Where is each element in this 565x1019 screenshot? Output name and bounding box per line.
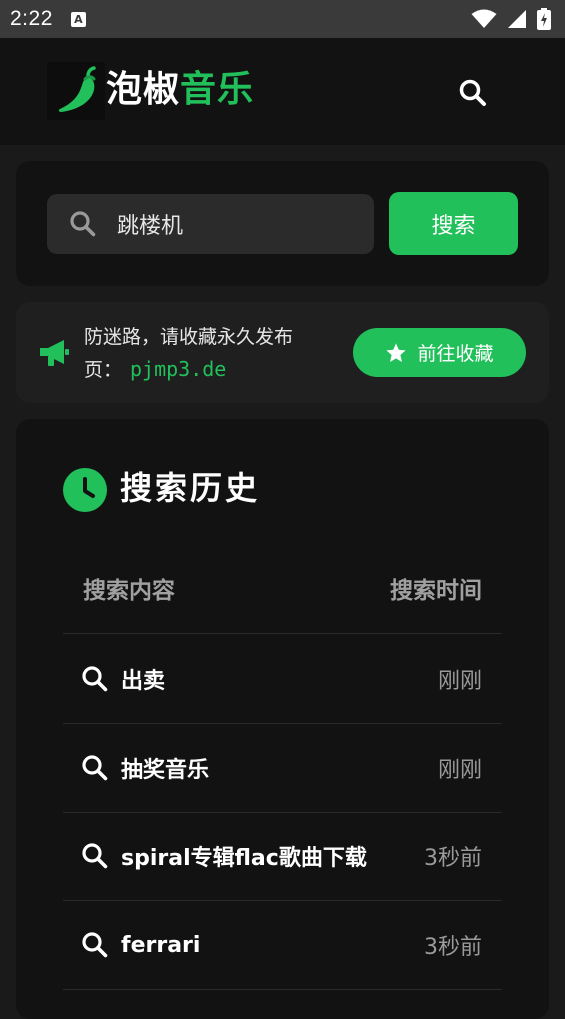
history-table-header: 搜索内容 搜索时间	[63, 559, 502, 634]
search-button[interactable]: 搜索	[389, 192, 518, 255]
search-icon	[69, 210, 97, 238]
history-card: 搜索历史 搜索内容 搜索时间 出卖 刚刚 抽奖音乐 刚刚 spiral专辑fla…	[16, 419, 549, 1019]
status-bar: 2:22 A	[0, 0, 565, 38]
search-input[interactable]: 跳楼机	[47, 194, 374, 254]
clock-icon	[63, 468, 107, 512]
history-title: 搜索历史	[120, 469, 261, 507]
app-title-part1: 泡椒	[106, 69, 181, 110]
history-time: 刚刚	[437, 758, 482, 783]
megaphone-icon	[40, 340, 69, 366]
column-header-time: 搜索时间	[390, 578, 482, 604]
battery-icon	[537, 8, 551, 30]
search-icon	[81, 842, 109, 870]
favorite-button[interactable]: 前往收藏	[353, 328, 526, 377]
app-title-part2: 音乐	[180, 69, 255, 110]
app-title: 泡椒音乐	[106, 65, 254, 115]
notice-url[interactable]: pjmp3.de	[130, 357, 226, 381]
notice-text: 防迷路，请收藏永久发布页： pjmp3.de	[84, 321, 324, 386]
favorite-button-label: 前往收藏	[417, 343, 494, 365]
wifi-icon	[471, 9, 497, 28]
history-time: 刚刚	[437, 669, 482, 694]
search-icon[interactable]	[456, 76, 490, 110]
history-query: 抽奖音乐	[121, 758, 210, 783]
search-icon	[81, 665, 109, 693]
status-icons	[471, 8, 551, 30]
status-time: 2:22	[10, 7, 53, 30]
history-row[interactable]: ferrari 3秒前	[63, 901, 502, 990]
history-row[interactable]: spiral专辑flac歌曲下载 3秒前	[63, 812, 502, 901]
history-query: spiral专辑flac歌曲下载	[121, 846, 367, 871]
search-input-value: 跳楼机	[117, 214, 184, 239]
signal-icon	[508, 10, 526, 28]
search-icon	[81, 754, 109, 782]
accessibility-notification-icon: A	[70, 11, 86, 27]
search-card: 跳楼机 搜索	[16, 161, 549, 286]
history-time: 3秒前	[424, 935, 482, 960]
chili-pepper-icon	[47, 62, 105, 120]
app-header: 泡椒音乐	[0, 38, 565, 145]
history-query: ferrari	[121, 932, 201, 958]
history-row[interactable]: 出卖 刚刚	[63, 635, 502, 724]
history-row[interactable]: 抽奖音乐 刚刚	[63, 724, 502, 813]
star-icon	[386, 342, 407, 362]
notice-card: 防迷路，请收藏永久发布页： pjmp3.de 前往收藏	[16, 302, 549, 403]
history-time: 3秒前	[424, 846, 482, 871]
column-header-query: 搜索内容	[83, 578, 175, 604]
search-icon	[81, 931, 109, 959]
history-query: 出卖	[121, 669, 166, 694]
